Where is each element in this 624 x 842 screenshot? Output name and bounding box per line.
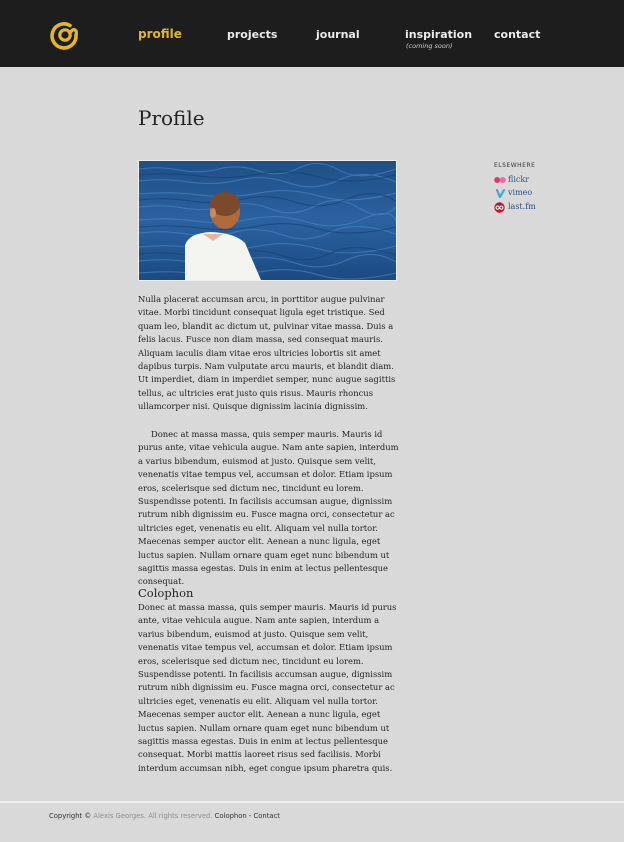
nav-projects[interactable]: projects [227,28,277,41]
footer-separator: - [248,812,252,820]
elsewhere-heading: ELSEWHERE [494,162,536,169]
footer-owner: Alexis Georges. All rights reserved. [93,812,213,820]
vimeo-icon [495,189,506,198]
profile-photo [138,160,397,281]
site-logo-icon[interactable] [47,16,83,52]
lastfm-link-label: last.fm [508,202,536,211]
footer-copyright: Copyright © [49,812,92,820]
nav-contact[interactable]: contact [494,28,540,41]
footer-divider [0,801,624,803]
footer-contact-link[interactable]: Contact [254,812,280,820]
site-footer: Copyright © Alexis Georges. All rights r… [49,812,280,820]
page-title: Profile [138,106,205,130]
lastfm-icon [494,202,505,213]
nav-profile[interactable]: profile [138,27,182,41]
vimeo-link-label: vimeo [508,188,533,197]
footer-colophon-link[interactable]: Colophon [215,812,247,820]
flickr-link-label: flickr [508,175,530,184]
profile-paragraph-1: Nulla placerat accumsan arcu, in porttit… [138,294,396,412]
profile-paragraph-2: Donec at massa massa, quis semper mauris… [138,429,399,587]
nav-inspiration-note: (coming soon) [406,42,453,50]
nav-inspiration[interactable]: inspiration [405,28,472,41]
colophon-heading: Colophon [138,586,194,600]
nav-journal[interactable]: journal [316,28,360,41]
colophon-paragraph: Donec at massa massa, quis semper mauris… [138,602,397,773]
flickr-icon [494,177,506,183]
site-header: profile projects journal inspiration (co… [0,0,624,67]
